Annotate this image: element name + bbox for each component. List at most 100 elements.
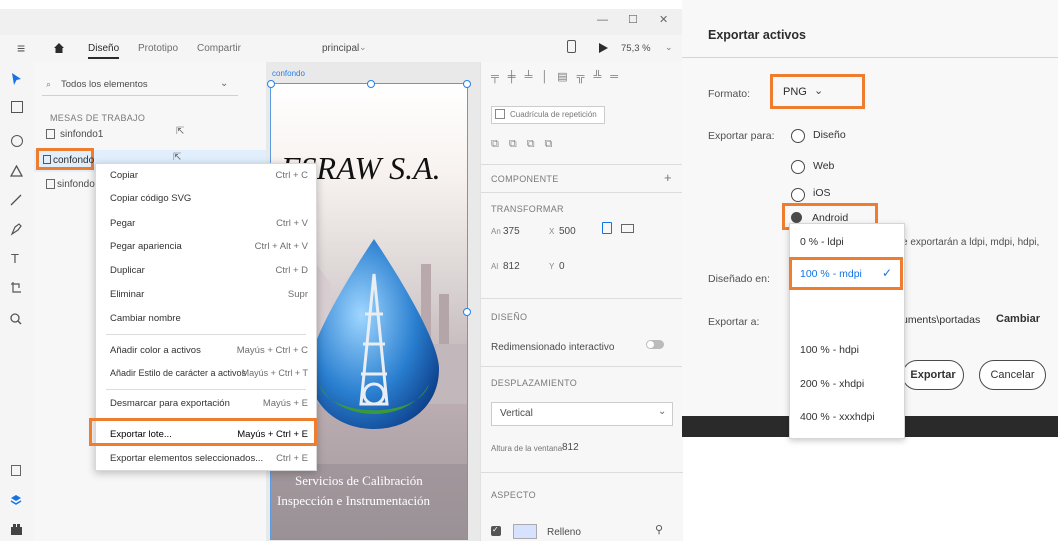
height-label: Al bbox=[491, 262, 499, 271]
dropdown-item-ldpi[interactable]: 0 % - ldpi bbox=[800, 236, 914, 248]
zoom-chevron-icon[interactable]: ⌄ bbox=[665, 42, 673, 53]
tab-share[interactable]: Compartir bbox=[197, 43, 241, 54]
divider bbox=[106, 334, 306, 335]
add-component-icon[interactable]: + bbox=[664, 170, 672, 185]
change-folder-button[interactable]: Cambiar bbox=[996, 313, 1040, 325]
resize-handle[interactable] bbox=[463, 308, 471, 316]
menu-item-add-char-style[interactable]: Añadir Estilo de carácter a activos Mayús… bbox=[96, 363, 316, 385]
confondo-highlight[interactable]: confondo bbox=[36, 148, 94, 170]
divider bbox=[42, 95, 238, 96]
format-select[interactable]: PNG ⌄ bbox=[770, 74, 865, 109]
export-mark-icon[interactable]: ⇱ bbox=[176, 126, 184, 137]
dropdown-item-xhdpi[interactable]: 200 % - xhdpi bbox=[800, 378, 914, 390]
zoom-tool-icon[interactable] bbox=[10, 313, 22, 325]
fill-label: Relleno bbox=[547, 527, 581, 538]
scroll-select[interactable]: Vertical ⌄ bbox=[491, 402, 673, 426]
play-icon[interactable] bbox=[599, 43, 608, 53]
dropdown-item-mdpi[interactable]: 100 % - mdpi ✓ bbox=[789, 257, 903, 290]
chevron-down-icon[interactable]: ⌄ bbox=[359, 42, 367, 53]
component-section: COMPONENTE bbox=[491, 174, 559, 184]
y-field[interactable]: 0 bbox=[559, 261, 565, 272]
menu-item-duplicate[interactable]: Duplicar Ctrl + D bbox=[96, 260, 316, 282]
hamburger-icon[interactable]: ≡ bbox=[17, 40, 25, 56]
pen-tool-icon[interactable] bbox=[10, 223, 22, 236]
format-value: PNG bbox=[783, 86, 807, 98]
fill-checkbox[interactable]: ✓ bbox=[491, 525, 501, 536]
document-name[interactable]: principal bbox=[322, 43, 359, 54]
dialog-title: Exportar activos bbox=[708, 28, 806, 42]
scroll-value: Vertical bbox=[500, 408, 533, 419]
align-icons[interactable]: ╤╪╧│▤╦╩═ bbox=[491, 70, 676, 90]
layers-filter[interactable]: Todos los elementos bbox=[61, 79, 148, 90]
menu-item-rename[interactable]: Cambiar nombre bbox=[96, 308, 316, 330]
select-tool-icon[interactable] bbox=[11, 72, 22, 86]
home-icon[interactable] bbox=[53, 42, 65, 54]
layer-item-confondo[interactable]: confondo bbox=[53, 155, 94, 166]
text-tool-icon[interactable]: T bbox=[11, 251, 19, 266]
menu-item-copy[interactable]: Copiar Ctrl + C bbox=[96, 165, 316, 187]
menu-item-delete[interactable]: Eliminar Supr bbox=[96, 284, 316, 306]
maximize-icon[interactable]: ☐ bbox=[628, 13, 638, 26]
divider bbox=[106, 389, 306, 390]
minimize-icon[interactable]: — bbox=[597, 14, 608, 26]
tool-bar: T bbox=[0, 62, 35, 541]
viewport-label: Altura de la ventana bbox=[491, 444, 563, 453]
resize-handle[interactable] bbox=[367, 80, 375, 88]
x-field[interactable]: 500 bbox=[559, 226, 576, 237]
portrait-icon[interactable] bbox=[602, 222, 612, 234]
ellipse-tool-icon[interactable] bbox=[11, 135, 23, 147]
menu-item-paste-appearance[interactable]: Pegar apariencia Ctrl + Alt + V bbox=[96, 236, 316, 258]
resize-handle[interactable] bbox=[267, 80, 275, 88]
artboard-icon bbox=[46, 129, 55, 139]
resize-handle[interactable] bbox=[463, 80, 471, 88]
fill-swatch[interactable] bbox=[513, 524, 537, 539]
divider bbox=[481, 298, 683, 299]
rectangle-tool-icon[interactable] bbox=[11, 101, 23, 113]
divider bbox=[481, 192, 683, 193]
export-path: uments\portadas bbox=[902, 314, 981, 326]
dropdown-item-xxxhdpi[interactable]: 400 % - xxxhdpi bbox=[800, 411, 875, 423]
layer-item-sinfondo1[interactable]: sinfondo1 bbox=[60, 129, 103, 140]
eyedropper-icon[interactable]: ⚲ bbox=[655, 523, 663, 536]
plugins-icon[interactable] bbox=[10, 524, 23, 535]
menu-item-add-color[interactable]: Añadir color a activos Mayús + Ctrl + C bbox=[96, 340, 316, 362]
top-strip bbox=[0, 0, 682, 9]
radio-web[interactable] bbox=[791, 160, 805, 174]
width-field[interactable]: 375 bbox=[503, 226, 520, 237]
assets-icon[interactable] bbox=[11, 465, 21, 476]
option-web[interactable]: Web bbox=[813, 160, 834, 172]
responsive-toggle[interactable] bbox=[646, 340, 664, 349]
artboard-name[interactable]: confondo bbox=[272, 69, 305, 78]
viewport-field[interactable]: 812 bbox=[562, 442, 579, 453]
radio-android[interactable] bbox=[791, 212, 802, 223]
option-design[interactable]: Diseño bbox=[813, 129, 846, 141]
menu-item-export-selected[interactable]: Exportar elementos seleccionados... Ctrl … bbox=[96, 448, 316, 470]
repeat-grid-button[interactable]: Cuadrícula de repetición bbox=[491, 106, 605, 124]
radio-ios[interactable] bbox=[791, 188, 805, 202]
menu-item-paste[interactable]: Pegar Ctrl + V bbox=[96, 213, 316, 235]
landscape-icon[interactable] bbox=[621, 224, 634, 233]
tab-design[interactable]: Diseño bbox=[88, 43, 120, 59]
repeat-grid-label: Cuadrícula de repetición bbox=[510, 110, 597, 119]
boolean-icons[interactable]: ⧉⧉⧉⧉ bbox=[491, 138, 562, 151]
line-tool-icon[interactable] bbox=[10, 194, 22, 206]
android-info: e exportarán a ldpi, mdpi, hdpi, bbox=[902, 237, 1040, 248]
layer-item-sinfondo[interactable]: sinfondo bbox=[57, 179, 95, 190]
dropdown-item-hdpi[interactable]: 100 % - hdpi bbox=[800, 344, 914, 356]
polygon-tool-icon[interactable] bbox=[10, 165, 23, 177]
menu-item-unmark-export[interactable]: Desmarcar para exportación Mayús + E bbox=[96, 393, 316, 415]
scroll-section: DESPLAZAMIENTO bbox=[491, 378, 578, 388]
close-icon[interactable]: ✕ bbox=[659, 13, 668, 26]
layers-icon[interactable] bbox=[10, 494, 22, 506]
cancel-button[interactable]: Cancelar bbox=[979, 360, 1046, 390]
height-field[interactable]: 812 bbox=[503, 261, 520, 272]
menu-item-copy-svg[interactable]: Copiar código SVG bbox=[96, 188, 316, 210]
export-mark-icon[interactable]: ⇱ bbox=[173, 152, 181, 163]
zoom-level[interactable]: 75,3 % bbox=[621, 43, 651, 54]
artboard-tool-icon[interactable] bbox=[10, 281, 22, 293]
radio-design[interactable] bbox=[791, 129, 805, 143]
option-ios[interactable]: iOS bbox=[813, 187, 831, 199]
device-preview-icon[interactable] bbox=[567, 40, 576, 53]
tab-prototype[interactable]: Prototipo bbox=[138, 43, 178, 54]
filter-chevron-icon[interactable]: ⌄ bbox=[220, 78, 228, 89]
